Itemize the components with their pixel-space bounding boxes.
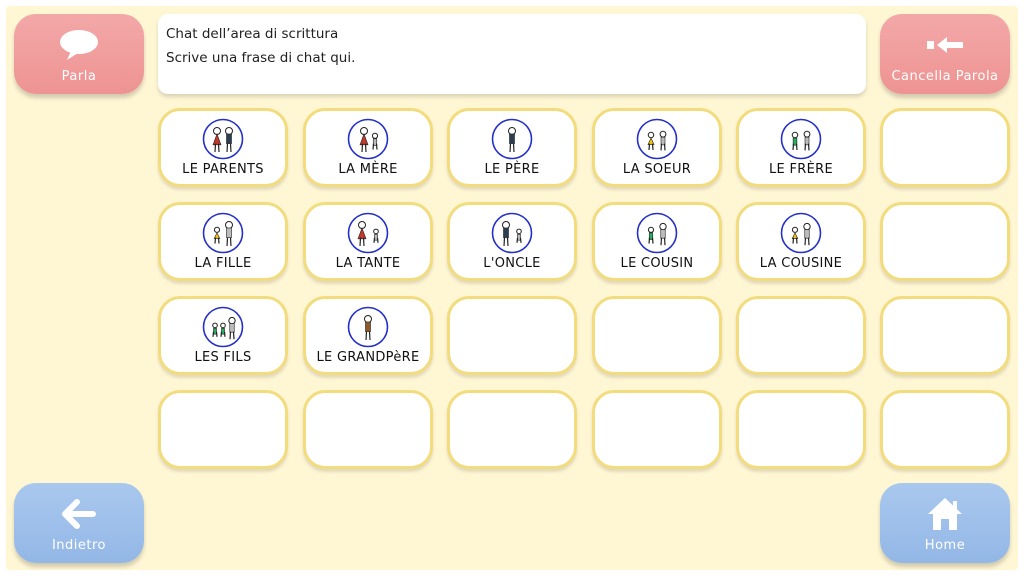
symbol-tile[interactable]: LE FRÈRE: [736, 108, 866, 187]
cancella-parola-label: Cancella Parola: [891, 69, 999, 84]
speech-bubble-icon: [14, 28, 144, 62]
daughter-symbol-icon: [202, 212, 244, 254]
tile-label: LA MÈRE: [338, 162, 398, 177]
empty-tile[interactable]: [447, 296, 577, 375]
grandfather-symbol-icon: [347, 306, 389, 348]
backspace-arrow-icon: [880, 28, 1010, 62]
symbol-tile[interactable]: LES FILS: [158, 296, 288, 375]
cancella-parola-button[interactable]: Cancella Parola: [880, 14, 1010, 94]
indietro-label: Indietro: [51, 538, 107, 553]
sister-symbol-icon: [636, 118, 678, 160]
symbol-tile[interactable]: LA SOEUR: [592, 108, 722, 187]
tile-label: LES FILS: [194, 350, 252, 365]
empty-tile[interactable]: [736, 296, 866, 375]
symbol-tile[interactable]: LA FILLE: [158, 202, 288, 281]
chat-title: Chat dell’area di scrittura: [166, 26, 339, 42]
symbol-tile[interactable]: LA TANTE: [303, 202, 433, 281]
mother-symbol-icon: [347, 118, 389, 160]
empty-tile[interactable]: [447, 390, 577, 469]
tile-label: L'ONCLE: [483, 256, 541, 271]
parla-label: Parla: [61, 69, 97, 84]
symbol-tile[interactable]: LE PÈRE: [447, 108, 577, 187]
left-arrow-icon: [14, 497, 144, 531]
empty-tile[interactable]: [880, 108, 1010, 187]
empty-tile[interactable]: [158, 390, 288, 469]
indietro-button[interactable]: Indietro: [14, 483, 144, 563]
sons-symbol-icon: [202, 306, 244, 348]
uncle-symbol-icon: [491, 212, 533, 254]
brother-symbol-icon: [780, 118, 822, 160]
house-icon: [880, 497, 1010, 531]
empty-tile[interactable]: [880, 390, 1010, 469]
tile-label: LE FRÈRE: [769, 162, 833, 177]
home-label: Home: [924, 538, 966, 553]
tile-label: LA FILLE: [194, 256, 252, 271]
symbol-tile[interactable]: LA MÈRE: [303, 108, 433, 187]
empty-tile[interactable]: [592, 296, 722, 375]
cousin-male-symbol-icon: [636, 212, 678, 254]
symbol-tile[interactable]: LE PARENTS: [158, 108, 288, 187]
tile-label: LE COUSIN: [620, 256, 694, 271]
tile-label: LA TANTE: [335, 256, 401, 271]
parents-symbol-icon: [202, 118, 244, 160]
symbol-tile[interactable]: LE GRANDPèRE: [303, 296, 433, 375]
tile-label: LA SOEUR: [622, 162, 692, 177]
father-symbol-icon: [491, 118, 533, 160]
empty-tile[interactable]: [303, 390, 433, 469]
empty-tile[interactable]: [592, 390, 722, 469]
symbol-tile[interactable]: L'ONCLE: [447, 202, 577, 281]
home-button[interactable]: Home: [880, 483, 1010, 563]
chat-placeholder: Scrive una frase di chat qui.: [166, 50, 356, 66]
cousin-female-symbol-icon: [780, 212, 822, 254]
symbol-tile[interactable]: LA COUSINE: [736, 202, 866, 281]
tile-label: LE GRANDPèRE: [316, 350, 420, 365]
tile-label: LE PÈRE: [484, 162, 540, 177]
empty-tile[interactable]: [736, 390, 866, 469]
parla-button[interactable]: Parla: [14, 14, 144, 94]
empty-tile[interactable]: [880, 202, 1010, 281]
tile-label: LA COUSINE: [759, 256, 843, 271]
chat-writing-area[interactable]: Chat dell’area di scrittura Scrive una f…: [158, 14, 866, 94]
aunt-symbol-icon: [347, 212, 389, 254]
symbol-tile[interactable]: LE COUSIN: [592, 202, 722, 281]
tile-label: LE PARENTS: [182, 162, 264, 177]
empty-tile[interactable]: [880, 296, 1010, 375]
